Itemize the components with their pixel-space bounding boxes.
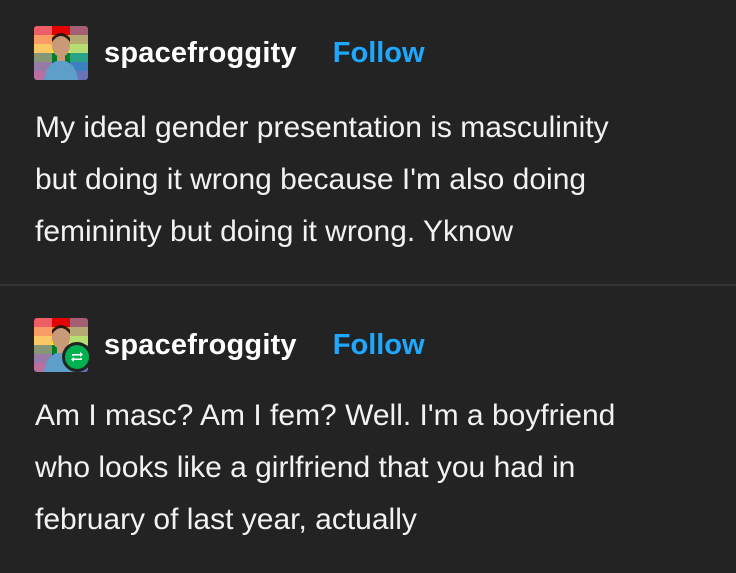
reblog-icon: [71, 352, 83, 362]
username[interactable]: spacefroggity: [104, 329, 297, 362]
post-body-line: february of last year, actually: [35, 503, 417, 536]
post-body-line: My ideal gender presentation is masculin…: [35, 111, 609, 144]
post-header: spacefroggity Follow: [34, 26, 425, 80]
post-body-line: femininity but doing it wrong. Yknow: [35, 215, 514, 248]
post-2: spacefroggity Follow Am I masc? Am I fem…: [0, 286, 736, 573]
avatar-icon: [34, 26, 88, 80]
avatar[interactable]: [34, 26, 88, 80]
follow-button[interactable]: Follow: [333, 37, 425, 70]
username[interactable]: spacefroggity: [104, 37, 297, 70]
avatar[interactable]: [34, 318, 92, 372]
post-body: My ideal gender presentation is masculin…: [35, 102, 725, 258]
post-body: Am I masc? Am I fem? Well. I'm a boyfrie…: [35, 390, 725, 546]
follow-button[interactable]: Follow: [333, 329, 425, 362]
post-body-line: who looks like a girlfriend that you had…: [35, 451, 576, 484]
post-1: spacefroggity Follow My ideal gender pre…: [0, 0, 736, 284]
reblog-badge: [62, 342, 92, 372]
post-header: spacefroggity Follow: [34, 318, 425, 372]
post-body-line: Am I masc? Am I fem? Well. I'm a boyfrie…: [35, 399, 616, 432]
post-body-line: but doing it wrong because I'm also doin…: [35, 163, 587, 196]
